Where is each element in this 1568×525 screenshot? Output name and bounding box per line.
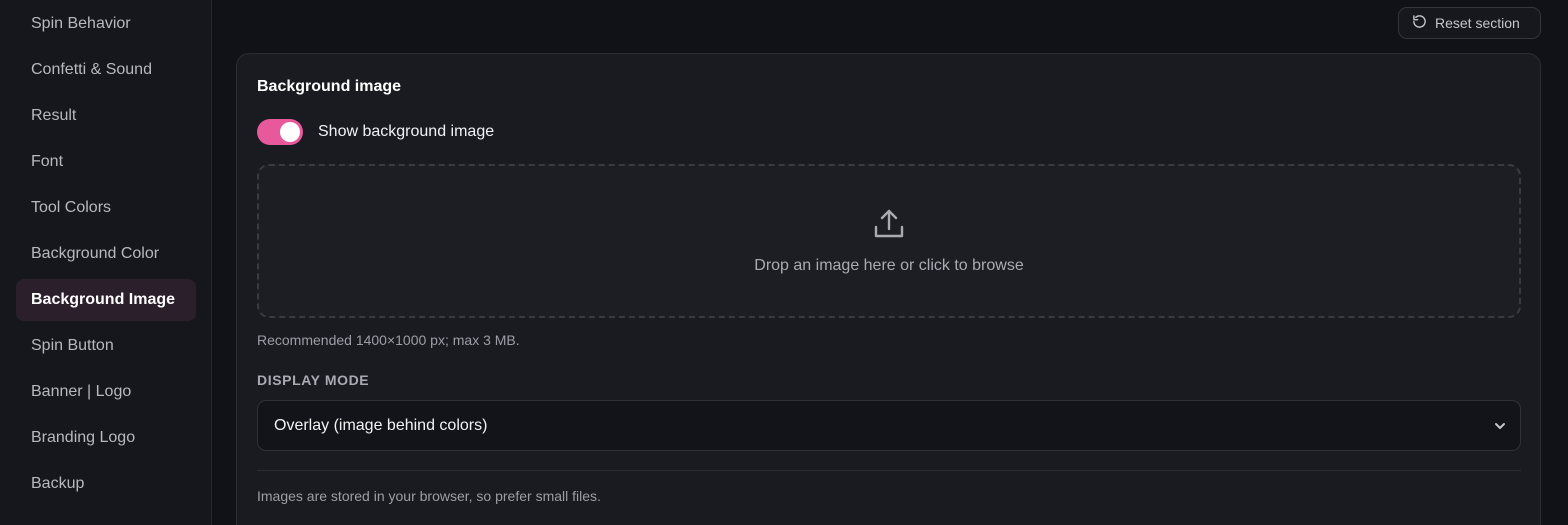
background-image-card: Background image Show background image D…: [236, 53, 1541, 525]
sidebar-item-banner-logo[interactable]: Banner | Logo: [16, 371, 196, 413]
display-mode-label: DISPLAY MODE: [257, 372, 370, 388]
sidebar: Spin Behavior Confetti & Sound Result Fo…: [0, 0, 212, 525]
show-background-toggle-row: Show background image: [257, 118, 494, 146]
card-title: Background image: [257, 78, 402, 95]
reset-section-label: Reset section: [1435, 15, 1520, 31]
dropzone-text: Drop an image here or click to browse: [754, 257, 1024, 274]
toggle-knob: [280, 122, 300, 142]
sidebar-item-tool-colors[interactable]: Tool Colors: [16, 187, 196, 229]
sidebar-item-backup[interactable]: Backup: [16, 463, 196, 505]
sidebar-item-background-image[interactable]: Background Image: [16, 279, 196, 321]
show-background-toggle[interactable]: [257, 119, 303, 145]
storage-footnote: Images are stored in your browser, so pr…: [257, 488, 601, 504]
recommendation-hint: Recommended 1400×1000 px; max 3 MB.: [257, 332, 520, 348]
rotate-ccw-icon: [1412, 14, 1427, 32]
upload-icon: [874, 209, 904, 238]
chevron-down-icon: [1495, 423, 1505, 429]
toggle-label: Show background image: [318, 123, 495, 140]
sidebar-item-branding-logo[interactable]: Branding Logo: [16, 417, 196, 459]
divider: [257, 470, 1521, 471]
app-root: Spin Behavior Confetti & Sound Result Fo…: [0, 0, 1568, 525]
sidebar-item-result[interactable]: Result: [16, 95, 196, 137]
sidebar-item-spin-behavior[interactable]: Spin Behavior: [16, 3, 196, 45]
image-dropzone[interactable]: Drop an image here or click to browse: [257, 164, 1521, 318]
sidebar-item-confetti-sound[interactable]: Confetti & Sound: [16, 49, 196, 91]
sidebar-item-background-color[interactable]: Background Color: [16, 233, 196, 275]
sidebar-item-spin-button[interactable]: Spin Button: [16, 325, 196, 367]
display-mode-value: Overlay (image behind colors): [274, 416, 488, 434]
reset-section-button[interactable]: Reset section: [1398, 7, 1541, 39]
sidebar-item-font[interactable]: Font: [16, 141, 196, 183]
display-mode-select[interactable]: Overlay (image behind colors): [257, 400, 1521, 451]
